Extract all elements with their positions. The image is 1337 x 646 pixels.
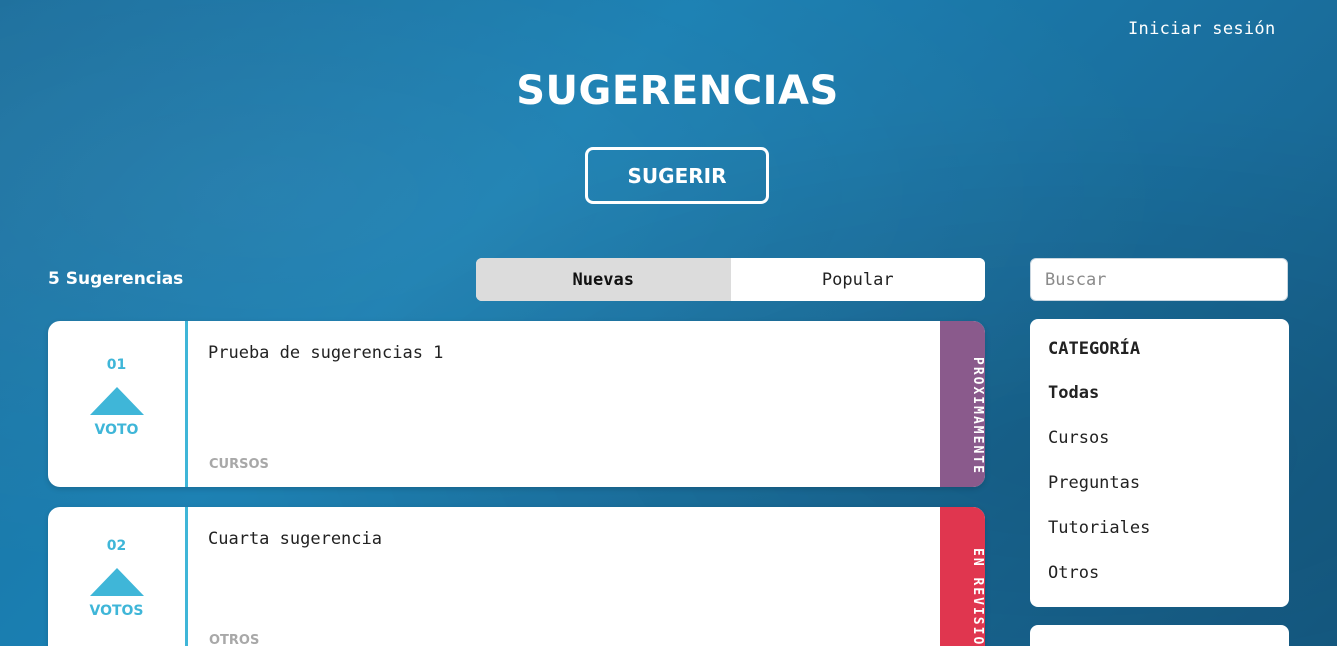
tab-popular[interactable]: Popular — [730, 258, 985, 301]
search-input[interactable] — [1030, 258, 1288, 301]
suggestion-card: 01 VOTO Prueba de sugerencias 1 CURSOS P… — [48, 321, 985, 487]
vote-label: VOTOS — [89, 603, 144, 619]
upvote-arrow-icon — [89, 568, 144, 596]
category-item-otros[interactable]: Otros — [1048, 563, 1271, 608]
secondary-panel — [1030, 625, 1289, 646]
status-badge: PROXIMAMENTE — [940, 321, 985, 487]
suggestion-body: Cuarta sugerencia OTROS — [188, 507, 940, 646]
suggest-button[interactable]: SUGERIR — [585, 147, 769, 204]
category-item-tutoriales[interactable]: Tutoriales — [1048, 518, 1271, 563]
suggestion-title[interactable]: Cuarta sugerencia — [208, 529, 920, 549]
category-item-todas[interactable]: Todas — [1048, 383, 1271, 428]
category-heading: CATEGORÍA — [1048, 339, 1141, 359]
tab-nuevas[interactable]: Nuevas — [476, 258, 731, 301]
vote-button[interactable]: 02 VOTOS — [48, 507, 188, 646]
suggestion-count: 5 Sugerencias — [48, 269, 184, 289]
category-panel: CATEGORÍA Todas Cursos Preguntas Tutoria… — [1030, 319, 1289, 607]
vote-count: 01 — [106, 357, 127, 373]
category-item-cursos[interactable]: Cursos — [1048, 428, 1271, 473]
vote-label: VOTO — [94, 422, 139, 438]
status-badge: EN REVISIÓN — [940, 507, 985, 646]
suggestion-body: Prueba de sugerencias 1 CURSOS — [188, 321, 940, 487]
suggestion-category: OTROS — [209, 633, 260, 646]
suggestion-title[interactable]: Prueba de sugerencias 1 — [208, 343, 920, 363]
sort-tabs: Nuevas Popular — [476, 258, 985, 301]
vote-count: 02 — [106, 538, 127, 554]
suggestion-category: CURSOS — [209, 457, 269, 472]
suggestion-card: 02 VOTOS Cuarta sugerencia OTROS EN REVI… — [48, 507, 985, 646]
login-link[interactable]: Iniciar sesión — [1128, 19, 1276, 39]
page-title: SUGERENCIAS — [516, 68, 839, 114]
vote-button[interactable]: 01 VOTO — [48, 321, 188, 487]
upvote-arrow-icon — [89, 387, 144, 415]
category-item-preguntas[interactable]: Preguntas — [1048, 473, 1271, 518]
